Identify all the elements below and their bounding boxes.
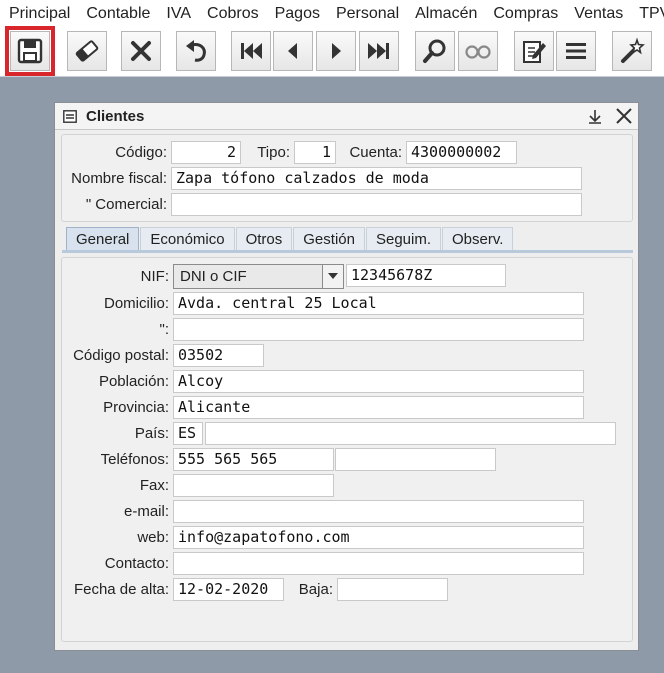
menu-almacen[interactable]: Almacén bbox=[407, 0, 485, 28]
fax-label: Fax: bbox=[139, 477, 169, 494]
nif-field[interactable]: 12345678Z bbox=[346, 264, 506, 287]
window-title: Clientes bbox=[86, 107, 145, 125]
previous-record-button[interactable] bbox=[273, 31, 313, 71]
next-record-button[interactable] bbox=[316, 31, 356, 71]
email-label: e-mail: bbox=[123, 503, 169, 520]
tab-underline bbox=[62, 250, 633, 253]
nif-label: NIF: bbox=[140, 268, 169, 285]
fax-field[interactable] bbox=[173, 474, 334, 497]
eraser-icon bbox=[75, 40, 99, 62]
menu-cobros[interactable]: Cobros bbox=[199, 0, 267, 28]
telefono1-field[interactable]: 555 565 565 bbox=[173, 448, 334, 471]
glasses-icon bbox=[465, 45, 491, 59]
undo-icon bbox=[186, 40, 206, 62]
tipo-field[interactable]: 1 bbox=[294, 141, 336, 164]
provincia-label: Provincia: bbox=[103, 399, 169, 416]
menu-button[interactable] bbox=[556, 31, 596, 71]
menubar: Principal Contable IVA Cobros Pagos Pers… bbox=[0, 0, 664, 28]
close-icon bbox=[616, 108, 632, 124]
contacto-label: Contacto: bbox=[104, 555, 169, 572]
fecha-alta-label: Fecha de alta: bbox=[73, 581, 169, 598]
last-record-icon bbox=[368, 43, 389, 59]
comercial-field[interactable] bbox=[171, 193, 582, 216]
poblacion-field[interactable]: Alcoy bbox=[173, 370, 584, 393]
tab-otros[interactable]: Otros bbox=[235, 227, 293, 251]
nif-type-value: DNI o CIF bbox=[180, 268, 247, 285]
menu-personal[interactable]: Personal bbox=[328, 0, 407, 28]
save-button[interactable] bbox=[5, 26, 55, 76]
wand-icon bbox=[621, 37, 645, 63]
close-icon bbox=[131, 41, 151, 61]
wizard-button[interactable] bbox=[612, 31, 652, 71]
email-field[interactable] bbox=[173, 500, 584, 523]
search-button[interactable] bbox=[415, 31, 455, 71]
domicilio-label: Domicilio: bbox=[103, 295, 169, 312]
next-record-icon bbox=[332, 43, 341, 59]
menu-contable[interactable]: Contable bbox=[78, 0, 158, 28]
previous-record-icon bbox=[288, 43, 297, 59]
minimize-button[interactable] bbox=[585, 106, 605, 126]
window-menu-icon[interactable] bbox=[63, 110, 77, 123]
tab-general[interactable]: General bbox=[66, 227, 140, 251]
cuenta-label: Cuenta: bbox=[349, 144, 402, 161]
view-button[interactable] bbox=[458, 31, 498, 71]
tab-gestion[interactable]: Gestión bbox=[293, 227, 365, 251]
arrow-down-icon bbox=[589, 110, 601, 124]
codigo-postal-field[interactable]: 03502 bbox=[173, 344, 264, 367]
codigo-field[interactable]: 2 bbox=[171, 141, 241, 164]
tab-economico[interactable]: Económico bbox=[140, 227, 235, 251]
nombre-fiscal-field[interactable]: Zapa tófono calzados de moda bbox=[171, 167, 582, 190]
domicilio2-field[interactable] bbox=[173, 318, 584, 341]
first-record-button[interactable] bbox=[231, 31, 271, 71]
nombre-fiscal-label: Nombre fiscal: bbox=[71, 170, 167, 187]
last-record-button[interactable] bbox=[359, 31, 399, 71]
search-icon bbox=[423, 39, 446, 63]
tab-seguim[interactable]: Seguim. bbox=[365, 227, 441, 251]
menu-principal[interactable]: Principal bbox=[0, 0, 78, 28]
toolbar bbox=[0, 26, 664, 77]
baja-field[interactable] bbox=[337, 578, 448, 601]
window-titlebar[interactable]: Clientes bbox=[55, 103, 638, 130]
web-field[interactable]: info@zapatofono.com bbox=[173, 526, 584, 549]
undo-button[interactable] bbox=[176, 31, 216, 71]
comercial-label: " Comercial: bbox=[85, 196, 167, 213]
codigo-label: Código: bbox=[115, 144, 167, 161]
contacto-field[interactable] bbox=[173, 552, 584, 575]
first-record-icon bbox=[241, 43, 262, 59]
cancel-button[interactable] bbox=[121, 31, 161, 71]
save-icon bbox=[17, 38, 43, 64]
nif-type-select[interactable]: DNI o CIF bbox=[173, 264, 344, 289]
pais-label: País: bbox=[134, 425, 169, 442]
tab-observ[interactable]: Observ. bbox=[442, 227, 514, 251]
menu-icon bbox=[566, 43, 586, 59]
poblacion-label: Población: bbox=[98, 373, 169, 390]
cuenta-field[interactable]: 4300000002 bbox=[406, 141, 517, 164]
erase-button[interactable] bbox=[67, 31, 107, 71]
menu-pagos[interactable]: Pagos bbox=[267, 0, 328, 28]
edit-document-icon bbox=[523, 41, 546, 63]
domicilio2-label: ": bbox=[159, 321, 170, 338]
close-window-button[interactable] bbox=[614, 106, 634, 126]
telefono2-field[interactable] bbox=[335, 448, 496, 471]
pais-name-field[interactable] bbox=[205, 422, 616, 445]
menu-compras[interactable]: Compras bbox=[485, 0, 566, 28]
domicilio-field[interactable]: Avda. central 25 Local bbox=[173, 292, 584, 315]
menu-tpv[interactable]: TPV bbox=[631, 0, 664, 28]
codigo-postal-label: Código postal: bbox=[73, 347, 169, 364]
tab-bar: General Económico Otros Gestión Seguim. … bbox=[66, 227, 514, 251]
web-label: web: bbox=[137, 529, 169, 546]
baja-label: Baja: bbox=[298, 581, 333, 598]
fecha-alta-field[interactable]: 12-02-2020 bbox=[173, 578, 284, 601]
provincia-field[interactable]: Alicante bbox=[173, 396, 584, 419]
menu-ventas[interactable]: Ventas bbox=[566, 0, 631, 28]
tipo-label: Tipo: bbox=[257, 144, 290, 161]
telefonos-label: Teléfonos: bbox=[100, 451, 169, 468]
chevron-down-icon bbox=[322, 265, 343, 288]
edit-document-button[interactable] bbox=[514, 31, 554, 71]
menu-iva[interactable]: IVA bbox=[158, 0, 199, 28]
pais-code-field[interactable]: ES bbox=[173, 422, 203, 445]
